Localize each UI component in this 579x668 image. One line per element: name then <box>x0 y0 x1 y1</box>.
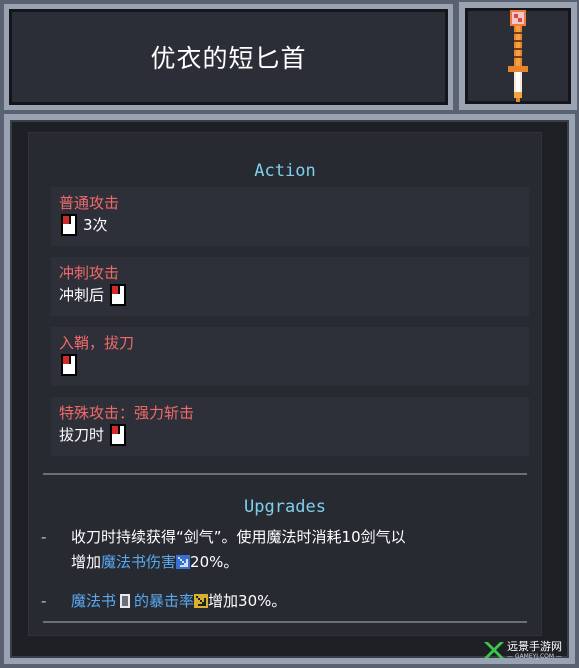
action-detail: 冲刺后 <box>59 286 105 304</box>
highlight-text: 的暴击率 <box>134 592 195 610</box>
watermark: 远景手游网 — GAMEYJ.COM — <box>484 636 576 664</box>
action-entry: 入鞘，拔刀 <box>51 327 529 386</box>
content-frame: Action 普通攻击 3次 冲刺攻击 冲刺后 入鞘，拔刀 特殊攻击：强力斩击 … <box>4 114 575 664</box>
upgrade-text: 20%。 <box>190 553 239 571</box>
highlight-text: 魔法书 <box>71 592 117 610</box>
upgrade-text: 收刀时持续获得“剑气”。使用魔法时消耗10剑气以 <box>71 528 406 546</box>
upgrade-item: - 收刀时持续获得“剑气”。使用魔法时消耗10剑气以 增加魔法书伤害 20%。 <box>41 525 527 575</box>
upgrade-item: - 魔法书 的暴击率 增加30%。 <box>41 589 527 614</box>
mouse-left-icon <box>61 354 77 376</box>
action-detail: 3次 <box>83 216 108 234</box>
mouse-left-icon <box>61 214 77 236</box>
action-entry: 冲刺攻击 冲刺后 <box>51 257 529 316</box>
highlight-text: 魔法书伤害 <box>101 553 177 571</box>
upgrade-text: 增加 <box>71 553 102 571</box>
upgrades-header: Upgrades <box>244 497 326 517</box>
action-header: Action <box>254 161 316 181</box>
dagger-icon <box>508 10 528 102</box>
increase-arrow-icon <box>194 594 209 608</box>
mouse-left-icon <box>110 424 127 446</box>
tooltip-frame: 优衣的短匕首 Action 普通攻击 3次 冲刺攻击 冲刺后 入鞘，拔刀 特殊攻… <box>0 0 579 668</box>
watermark-subtext: — GAMEYJ.COM — <box>507 652 562 660</box>
increase-arrow-icon <box>176 555 191 569</box>
action-detail: 拔刀时 <box>59 426 105 444</box>
bullet: - <box>41 528 47 546</box>
watermark-logo-icon <box>484 642 504 658</box>
watermark-text: 远景手游网 <box>507 639 562 653</box>
action-name: 特殊攻击：强力斩击 <box>59 404 195 422</box>
content-panel: Action 普通攻击 3次 冲刺攻击 冲刺后 入鞘，拔刀 特殊攻击：强力斩击 … <box>28 132 542 636</box>
action-entry: 特殊攻击：强力斩击 拔刀时 <box>51 397 529 456</box>
section-divider <box>43 473 527 475</box>
bullet: - <box>41 592 47 610</box>
section-divider <box>43 621 527 623</box>
item-icon-panel <box>459 2 577 110</box>
mouse-left-icon <box>110 284 127 306</box>
title-panel: 优衣的短匕首 <box>4 4 453 110</box>
item-title: 优衣的短匕首 <box>150 44 307 73</box>
action-name: 冲刺攻击 <box>59 264 120 282</box>
action-entry: 普通攻击 3次 <box>51 187 529 246</box>
upgrade-text: 增加30%。 <box>208 592 287 610</box>
action-name: 普通攻击 <box>59 194 120 212</box>
action-name: 入鞘，拔刀 <box>59 334 135 352</box>
spellbook-icon <box>120 594 131 608</box>
